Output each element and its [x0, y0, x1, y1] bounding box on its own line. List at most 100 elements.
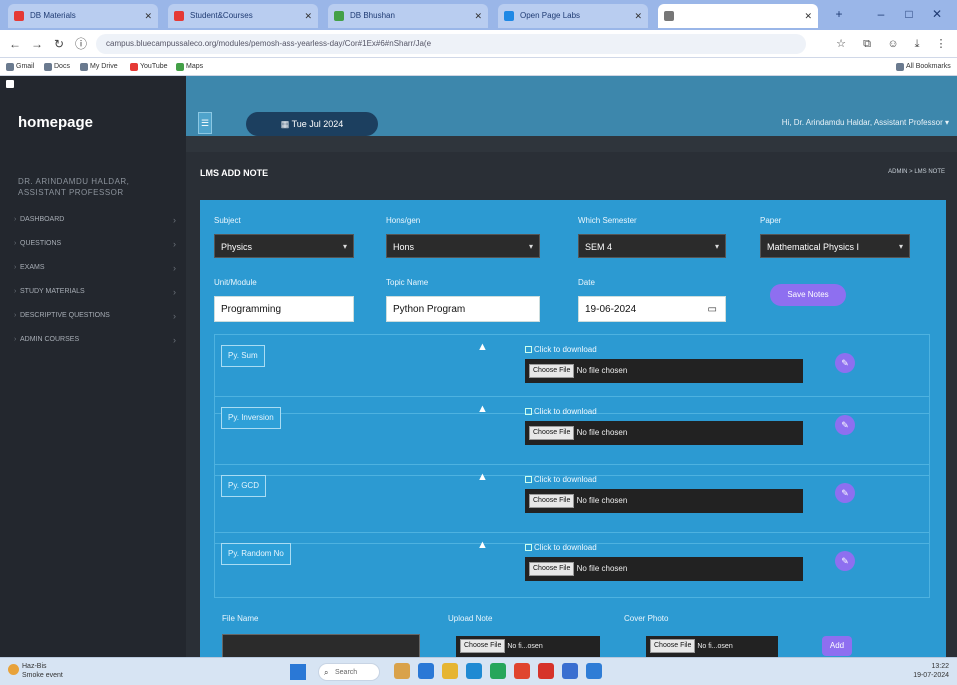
system-tray[interactable]: 13:22 19-07-2024 — [913, 662, 949, 680]
downloads-icon[interactable]: ⤓ — [908, 34, 926, 54]
maximize-icon[interactable]: □ — [898, 4, 920, 24]
add-note-form: Subject Hons/gen Which Semester Paper Ph… — [200, 200, 946, 657]
chrome-icon[interactable] — [490, 663, 506, 679]
bookmark-item[interactable]: YouTube — [130, 60, 168, 74]
download-link[interactable]: Click to download — [525, 475, 597, 484]
add-button[interactable]: Add — [822, 636, 852, 656]
note-row-label[interactable]: Py. Random No — [221, 543, 291, 565]
download-link[interactable]: Click to download — [525, 345, 597, 354]
upload-icon[interactable]: ▲ — [477, 403, 488, 415]
no-file-text: No file chosen — [576, 564, 628, 573]
choose-file-button[interactable]: Choose File — [529, 364, 575, 378]
office-icon[interactable] — [514, 663, 530, 679]
choose-file-button[interactable]: Choose File — [529, 426, 575, 440]
mail-icon[interactable] — [562, 663, 578, 679]
close-icon[interactable]: ✕ — [304, 4, 312, 28]
new-tab-icon[interactable]: + — [828, 4, 850, 24]
browser-tab[interactable]: DB Bhushan ✕ — [328, 4, 488, 28]
extensions-icon[interactable]: ⧉ — [858, 34, 876, 54]
upload-icon[interactable]: ▲ — [477, 539, 488, 551]
no-file-text: No fi...osen — [697, 643, 733, 650]
windows-start-icon[interactable] — [290, 664, 306, 680]
hamburger-icon[interactable]: ☰ — [198, 112, 212, 134]
topic-input[interactable]: Python Program — [386, 296, 540, 322]
subject-select[interactable]: Physics ▾ — [214, 234, 354, 258]
note-row-label[interactable]: Py. Inversion — [221, 407, 281, 429]
note-row-label[interactable]: Py. Sum — [221, 345, 265, 367]
breadcrumb[interactable]: ADMIN > LMS NOTE — [888, 169, 945, 175]
sidebar: DR. ARINDAMDU HALDAR, ASSISTANT PROFESSO… — [0, 152, 186, 657]
close-icon[interactable]: ✕ — [144, 4, 152, 28]
date-pill: ▦ Tue Jul 2024 — [246, 112, 378, 136]
back-icon[interactable]: ← — [6, 34, 24, 54]
row-action-button[interactable]: ✎ — [835, 415, 855, 435]
weather-widget[interactable]: Haz-Bis Smoke event — [8, 662, 63, 680]
sidebar-item-study-materials[interactable]: › STUDY MATERIALS › — [14, 284, 180, 300]
edge-icon[interactable] — [466, 663, 482, 679]
photos-icon[interactable] — [586, 663, 602, 679]
user-menu[interactable]: Hi, Dr. Arindamdu Haldar, Assistant Prof… — [782, 118, 949, 127]
url-input[interactable]: campus.bluecampussaleco.org/modules/pemo… — [96, 34, 806, 54]
close-icon[interactable]: ✕ — [474, 4, 482, 28]
browser-tab[interactable]: Open Page Labs ✕ — [498, 4, 648, 28]
choose-file-button[interactable]: Choose File — [460, 639, 506, 653]
note-row-label[interactable]: Py. GCD — [221, 475, 266, 497]
row-action-button[interactable]: ✎ — [835, 483, 855, 503]
row-action-button[interactable]: ✎ — [835, 353, 855, 373]
download-link[interactable]: Click to download — [525, 407, 597, 416]
menu-icon[interactable]: ⋮ — [932, 34, 950, 54]
upload-icon[interactable]: ▲ — [477, 341, 488, 353]
file-picker[interactable]: Choose File No file chosen — [525, 359, 803, 383]
file-picker[interactable]: Choose File No file chosen — [525, 421, 803, 445]
minimize-icon[interactable]: – — [870, 4, 892, 24]
taskbar-search[interactable]: ⌕ Search — [318, 663, 380, 681]
browser-tab-active[interactable]: ✕ — [658, 4, 818, 28]
task-view-icon[interactable] — [394, 663, 410, 679]
all-bookmarks[interactable]: All Bookmarks — [896, 60, 951, 74]
choose-file-button[interactable]: Choose File — [529, 562, 575, 576]
file-picker[interactable]: Choose File No file chosen — [525, 557, 803, 581]
file-picker[interactable]: Choose File No file chosen — [525, 489, 803, 513]
sidebar-item-dashboard[interactable]: › DASHBOARD › — [14, 212, 180, 228]
bookmark-item[interactable]: My Drive — [80, 60, 118, 74]
choose-file-button[interactable]: Choose File — [650, 639, 696, 653]
weather-temp: Haz-Bis — [22, 663, 47, 670]
widgets-icon[interactable] — [418, 663, 434, 679]
profile-icon[interactable]: ☺ — [884, 34, 902, 54]
bookmark-star-icon[interactable]: ☆ — [832, 34, 850, 54]
bookmark-item[interactable]: Gmail — [6, 60, 34, 74]
unit-input[interactable]: Programming — [214, 296, 354, 322]
close-icon[interactable]: ✕ — [634, 4, 642, 28]
upload-icon[interactable]: ▲ — [477, 471, 488, 483]
search-icon: ⌕ — [324, 668, 329, 677]
close-icon[interactable]: ✕ — [804, 4, 812, 28]
forward-icon[interactable]: → — [28, 34, 46, 54]
save-notes-button[interactable]: Save Notes — [770, 284, 846, 306]
close-window-icon[interactable]: ✕ — [926, 4, 948, 24]
date-input[interactable]: 19-06-2024 ▭ — [578, 296, 726, 322]
honours-select[interactable]: Hons ▾ — [386, 234, 540, 258]
store-icon[interactable] — [538, 663, 554, 679]
paper-select[interactable]: Mathematical Physics I ▾ — [760, 234, 910, 258]
sidebar-item-admin-courses[interactable]: › ADMIN COURSES › — [14, 332, 180, 348]
folder-icon — [896, 63, 904, 71]
row-action-button[interactable]: ✎ — [835, 551, 855, 571]
semester-select[interactable]: SEM 4 ▾ — [578, 234, 726, 258]
download-link[interactable]: Click to download — [525, 543, 597, 552]
file-explorer-icon[interactable] — [442, 663, 458, 679]
sidebar-item-questions[interactable]: › QUESTIONS › — [14, 236, 180, 252]
sidebar-item-descriptive-questions[interactable]: › DESCRIPTIVE QUESTIONS › — [14, 308, 180, 324]
upload-note-picker[interactable]: Choose File No fi...osen — [456, 636, 600, 657]
bookmark-item[interactable]: Maps — [176, 60, 203, 74]
browser-tab[interactable]: Student&Courses ✕ — [168, 4, 318, 28]
sidebar-item-exams[interactable]: › EXAMS › — [14, 260, 180, 276]
brand-link[interactable]: homepage — [18, 114, 93, 131]
browser-tab[interactable]: DB Materials ✕ — [8, 4, 158, 28]
cover-photo-picker[interactable]: Choose File No fi...osen — [646, 636, 778, 657]
reload-icon[interactable]: ↻ — [50, 34, 68, 54]
bookmark-item[interactable]: Docs — [44, 60, 70, 74]
site-info-icon[interactable]: ⓘ — [72, 34, 90, 54]
weather-icon — [8, 664, 19, 675]
file-name-input[interactable] — [222, 634, 420, 657]
choose-file-button[interactable]: Choose File — [529, 494, 575, 508]
